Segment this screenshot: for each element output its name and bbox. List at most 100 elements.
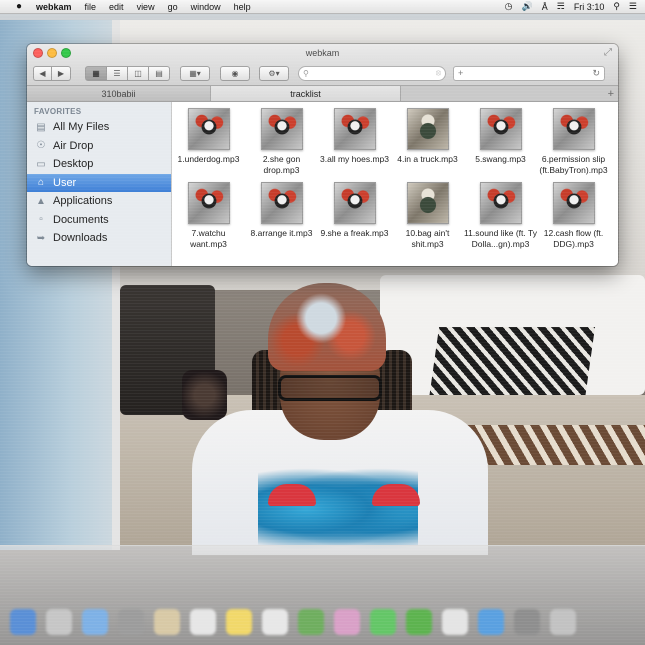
launchpad-app-icon[interactable] <box>46 609 72 635</box>
menu-app-name[interactable]: webkam <box>36 2 72 12</box>
tab-tracklist[interactable]: tracklist <box>211 86 401 101</box>
search-icon[interactable]: ⚲ <box>613 1 620 12</box>
calendar-app-icon[interactable] <box>190 609 216 635</box>
menu-edit[interactable]: edit <box>109 2 124 12</box>
reload-icon[interactable]: ↻ <box>592 68 600 79</box>
view-mode-buttons: ▦ ☰ ◫ ▤ <box>85 65 170 81</box>
app-store-app-icon[interactable] <box>478 609 504 635</box>
safari-app-icon[interactable] <box>82 609 108 635</box>
shirt-graphic-cap-left <box>268 484 316 506</box>
tab-310babii[interactable]: 310babii <box>27 86 211 101</box>
file-item[interactable]: 7.watchu want.mp3 <box>172 182 245 250</box>
file-item[interactable]: 12.cash flow (ft. DDG).mp3 <box>537 182 610 250</box>
sidebar-item-user[interactable]: ⌂ User <box>27 173 171 192</box>
file-name: 7.watchu want.mp3 <box>190 228 227 249</box>
file-name: 6.permission slip (ft.BabyTron).mp3 <box>539 154 608 175</box>
desktop-icon: ▭ <box>36 158 46 170</box>
icon-view-button[interactable]: ▦ <box>85 65 107 81</box>
album-art-icon <box>479 108 522 150</box>
cover-flow-button[interactable]: ▤ <box>149 65 170 81</box>
tab-bar: 310babii tracklist + <box>27 86 618 102</box>
back-button[interactable]: ◀ <box>33 65 52 81</box>
file-item[interactable]: 10.bag ain't shit.mp3 <box>391 182 464 250</box>
column-view-button[interactable]: ◫ <box>128 65 149 81</box>
time-machine-icon[interactable]: ◷ <box>505 1 513 12</box>
sidebar-item-documents[interactable]: ▫ Documents <box>27 211 171 230</box>
file-item[interactable]: 9.she a freak.mp3 <box>318 182 391 239</box>
file-item[interactable]: 6.permission slip (ft.BabyTron).mp3 <box>537 108 610 176</box>
action-button[interactable]: ⚙▾ <box>259 65 289 81</box>
file-item[interactable]: 4.in a truck.mp3 <box>391 108 464 165</box>
chevron-left-icon: ◀ <box>39 68 46 78</box>
bluetooth-icon[interactable]: Å <box>542 2 548 12</box>
sidebar-item-downloads[interactable]: ➥ Downloads <box>27 229 171 248</box>
file-item[interactable]: 8.arrange it.mp3 <box>245 182 318 239</box>
finder-app-icon[interactable] <box>10 609 36 635</box>
menu-go[interactable]: go <box>168 2 178 12</box>
menu-window[interactable]: window <box>191 2 221 12</box>
messages-app-icon[interactable] <box>370 609 396 635</box>
search-input[interactable] <box>311 68 433 78</box>
album-art-icon <box>406 108 449 150</box>
file-item[interactable]: 11.sound like (ft. Ty Dolla...gn).mp3 <box>464 182 537 250</box>
list-view-button[interactable]: ☰ <box>107 65 128 81</box>
menu-file[interactable]: file <box>85 2 97 12</box>
all-files-icon: ▤ <box>36 121 46 133</box>
sidebar-item-applications[interactable]: ▲ Applications <box>27 192 171 211</box>
shirt-graphic-cap-right <box>372 484 420 506</box>
wifi-icon[interactable]: ☴ <box>557 1 565 12</box>
finder-window: webkam ⤢ ◀ ▶ ▦ ☰ ◫ ▤ ▦▾ ◉ ⚙▾ ⚲ ⦻ + ↻ 310… <box>27 44 618 266</box>
arrange-button[interactable]: ▦▾ <box>180 65 210 81</box>
volume-icon[interactable]: 🔊 <box>522 1 533 12</box>
path-field[interactable]: + ↻ <box>453 65 605 81</box>
search-field[interactable]: ⚲ ⦻ <box>298 65 446 81</box>
wallpaper-bag <box>182 370 227 420</box>
wallpaper-bed-cover <box>428 327 596 399</box>
menu-view[interactable]: view <box>137 2 155 12</box>
file-name: 2.she gon drop.mp3 <box>262 154 301 175</box>
new-tab-button[interactable]: + <box>401 86 618 101</box>
sidebar-item-label: All My Files <box>53 121 110 134</box>
tab-label: 310babii <box>101 88 136 99</box>
mail-app-icon[interactable] <box>118 609 144 635</box>
apple-menu-icon[interactable]: ● <box>10 1 28 12</box>
clock[interactable]: Fri 3:10 <box>574 2 605 12</box>
sidebar-item-desktop[interactable]: ▭ Desktop <box>27 155 171 174</box>
home-icon: ⌂ <box>37 177 45 189</box>
sidebar-item-air-drop[interactable]: ☉ Air Drop <box>27 137 171 156</box>
file-item[interactable]: 2.she gon drop.mp3 <box>245 108 318 176</box>
sidebar-item-all-my-files[interactable]: ▤ All My Files <box>27 118 171 137</box>
window-title: webkam <box>305 48 340 58</box>
dock <box>0 545 645 645</box>
reminders-app-icon[interactable] <box>262 609 288 635</box>
title-bar[interactable]: webkam ⤢ ◀ ▶ ▦ ☰ ◫ ▤ ▦▾ ◉ ⚙▾ ⚲ ⦻ + ↻ <box>27 44 618 86</box>
itunes-app-icon[interactable] <box>442 609 468 635</box>
notification-center-icon[interactable]: ☰ <box>629 1 637 12</box>
downloads-icon: ➥ <box>36 232 46 244</box>
forward-button[interactable]: ▶ <box>52 65 71 81</box>
plus-icon[interactable]: + <box>458 68 463 78</box>
quick-look-button[interactable]: ◉ <box>220 65 250 81</box>
person-glasses <box>278 375 382 401</box>
album-art-icon <box>260 182 303 224</box>
trash-icon[interactable] <box>550 609 576 635</box>
notes-app-icon[interactable] <box>226 609 252 635</box>
contacts-app-icon[interactable] <box>154 609 180 635</box>
system-preferences-app-icon[interactable] <box>514 609 540 635</box>
photos-app-icon[interactable] <box>334 609 360 635</box>
fullscreen-icon[interactable]: ⤢ <box>604 47 612 58</box>
cover-flow-icon: ▤ <box>155 68 163 78</box>
maps-app-icon[interactable] <box>298 609 324 635</box>
arrange-grid-icon: ▦▾ <box>189 68 201 78</box>
album-art-icon <box>260 108 303 150</box>
file-name: 10.bag ain't shit.mp3 <box>405 228 450 249</box>
file-item[interactable]: 5.swang.mp3 <box>464 108 537 165</box>
file-item[interactable]: 3.all my hoes.mp3 <box>318 108 391 165</box>
dock-apps <box>10 606 635 638</box>
list-icon: ☰ <box>113 68 121 78</box>
album-art-icon <box>187 108 230 150</box>
clear-search-icon[interactable]: ⦻ <box>436 68 441 78</box>
file-item[interactable]: 1.underdog.mp3 <box>172 108 245 165</box>
menu-help[interactable]: help <box>234 2 251 12</box>
facetime-app-icon[interactable] <box>406 609 432 635</box>
